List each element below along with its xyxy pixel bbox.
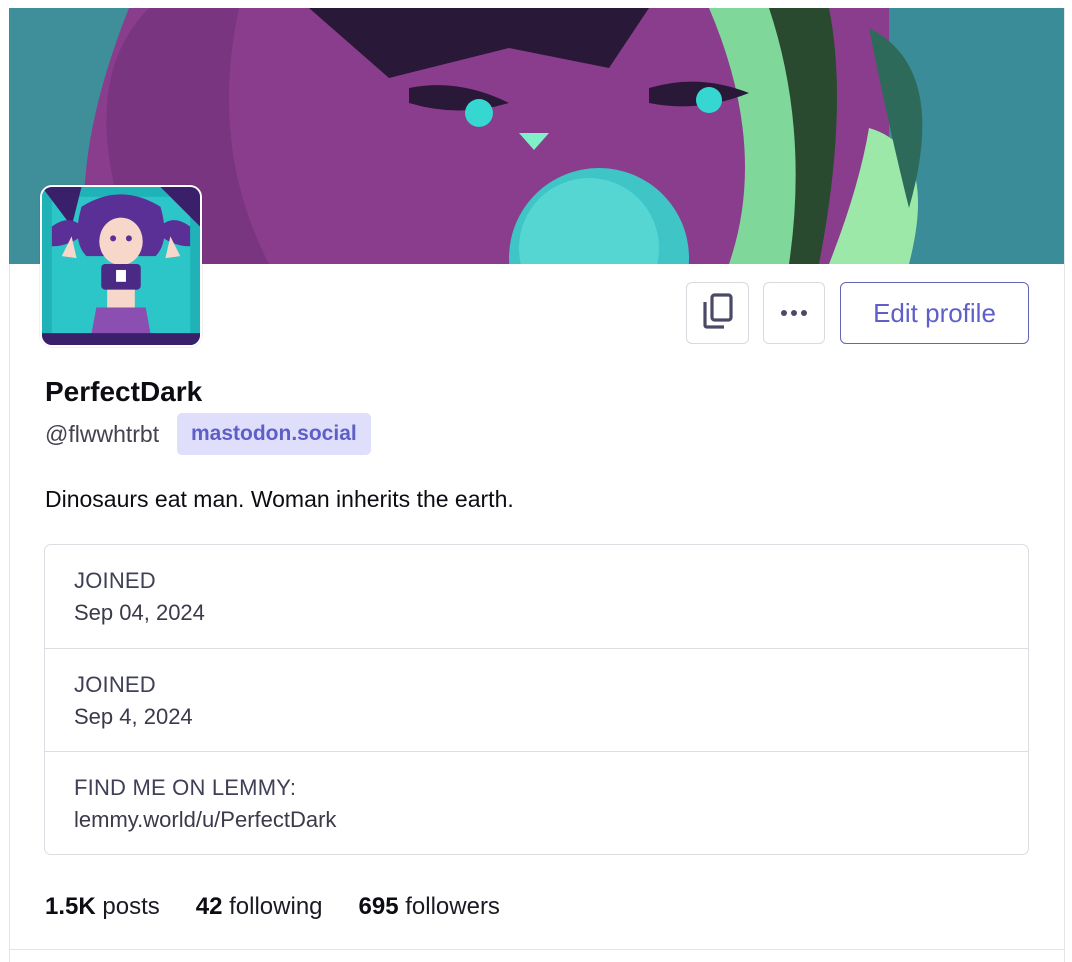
account-handle: @flwwhtrbt: [45, 421, 160, 447]
edit-profile-button[interactable]: Edit profile: [840, 282, 1029, 344]
field-value: Sep 4, 2024: [74, 703, 193, 729]
more-horizontal-icon: [781, 310, 807, 316]
display-name: PerfectDark: [45, 376, 203, 407]
profile-fields: JOINED Sep 04, 2024 JOINED Sep 4, 2024 F…: [44, 544, 1029, 855]
following-label: following: [229, 893, 323, 920]
divider: [9, 949, 1065, 950]
field-link[interactable]: lemmy.world/u/PerfectDark: [74, 808, 1028, 832]
posts-label: posts: [102, 893, 160, 920]
field-label: JOINED: [74, 568, 156, 593]
field-label: FIND ME ON LEMMY:: [74, 775, 297, 800]
posts-stat[interactable]: 1.5K posts: [45, 893, 160, 921]
profile-field: FIND ME ON LEMMY: lemmy.world/u/PerfectD…: [45, 752, 1028, 854]
domain-badge[interactable]: mastodon.social: [177, 413, 371, 455]
followers-stat[interactable]: 695 followers: [359, 893, 500, 921]
posts-count: 1.5K: [45, 893, 96, 920]
copy-icon: [701, 292, 735, 335]
copy-button[interactable]: [686, 282, 749, 344]
followers-count: 695: [358, 893, 399, 920]
domain-label: mastodon.social: [191, 422, 357, 445]
following-count: 42: [195, 893, 223, 920]
following-stat[interactable]: 42 following: [196, 893, 323, 921]
profile-avatar[interactable]: [40, 185, 202, 347]
profile-field: JOINED Sep 4, 2024: [45, 649, 1028, 752]
field-label: JOINED: [74, 671, 156, 697]
profile-field: JOINED Sep 04, 2024: [45, 545, 1028, 649]
edit-profile-label: Edit profile: [873, 297, 996, 328]
profile-bio: Dinosaurs eat man. Woman inherits the ea…: [45, 486, 514, 512]
profile-stats: 1.5K posts 42 following 695 followers: [45, 893, 536, 921]
field-value: Sep 04, 2024: [74, 600, 205, 625]
more-options-button[interactable]: [763, 282, 825, 344]
followers-label: followers: [405, 893, 500, 920]
